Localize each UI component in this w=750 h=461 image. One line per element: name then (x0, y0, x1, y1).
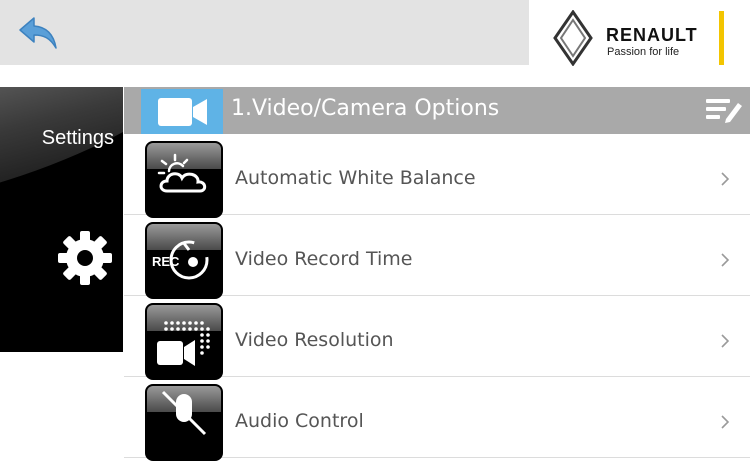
brand-logo-area: RENAULT Passion for life (529, 0, 750, 66)
chevron-right-icon (721, 334, 730, 348)
chevron-right-icon (721, 172, 730, 186)
sidebar: Settings (0, 87, 123, 352)
video-camera-icon (141, 89, 223, 134)
brand-accent-bar (719, 11, 724, 65)
list-item-label: Video Resolution (235, 329, 394, 351)
options-list: Automatic White Balance REC Video Record… (124, 134, 750, 461)
brand-tagline: Passion for life (607, 46, 680, 58)
chevron-right-icon (721, 253, 730, 267)
svg-text:REC: REC (152, 254, 180, 269)
section-header: 1.Video/Camera Options (124, 87, 750, 134)
rec-timer-icon: REC (145, 222, 223, 299)
list-item-label: Audio Control (235, 410, 364, 432)
list-item-white-balance[interactable]: Automatic White Balance (124, 134, 750, 218)
microphone-muted-icon (145, 384, 223, 461)
list-item-label: Video Record Time (235, 248, 413, 270)
brand-name: RENAULT (606, 25, 698, 45)
list-item-label: Automatic White Balance (235, 167, 476, 189)
top-bar (0, 0, 529, 65)
chevron-right-icon (721, 415, 730, 429)
list-item-audio-control[interactable]: Audio Control (124, 377, 750, 461)
resolution-camera-icon (145, 303, 223, 380)
edit-list-icon[interactable] (706, 97, 742, 123)
renault-diamond-icon (553, 10, 593, 66)
weather-sun-cloud-icon (145, 141, 223, 218)
back-arrow-icon[interactable] (18, 14, 60, 52)
list-item-resolution[interactable]: Video Resolution (124, 296, 750, 380)
sidebar-settings-label[interactable]: Settings (42, 127, 114, 150)
list-item-record-time[interactable]: REC Video Record Time (124, 215, 750, 299)
gear-icon[interactable] (56, 229, 114, 287)
section-title: 1.Video/Camera Options (231, 96, 500, 121)
